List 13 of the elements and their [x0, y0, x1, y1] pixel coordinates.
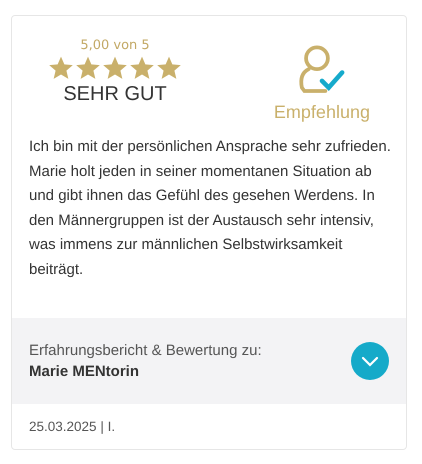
subject-intro: Erfahrungsbericht & Bewertung zu: — [29, 342, 262, 359]
expand-button[interactable] — [351, 342, 389, 380]
subject-name: Marie MENtorin — [29, 362, 140, 380]
recommendation-label: Empfehlung — [274, 102, 370, 123]
star-icon — [156, 55, 182, 81]
star-icon — [75, 55, 101, 81]
star-icon — [102, 55, 128, 81]
rating-verdict: SEHR GUT — [63, 83, 167, 106]
review-date: 25.03.2025 | I. — [28, 418, 116, 436]
star-icon — [48, 55, 74, 81]
star-icon — [129, 55, 155, 81]
review-text: Ich bin mit der persönlichen Ansprache sehr zufrieden. Marie holt jeden in seiner momentanen Situation ab und gibt ihnen das Gefühl des gesehen Werdens. In den Männergruppen ist der Austausch sehr intensiv, was immens zur männlichen Selbstwirksamkeit beiträgt. — [29, 137, 392, 280]
rating-score: 5,00 von 5 — [80, 38, 150, 53]
